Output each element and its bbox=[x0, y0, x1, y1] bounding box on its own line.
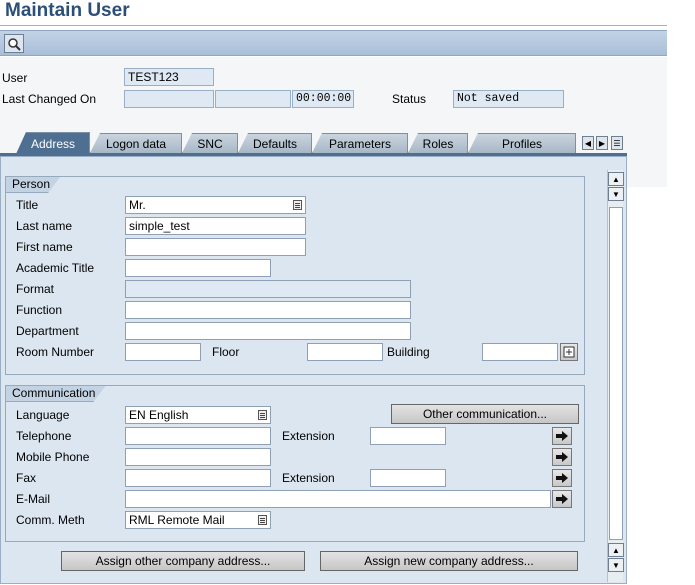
language-value: EN English bbox=[129, 408, 189, 422]
person-heading: Person bbox=[6, 177, 60, 193]
person-group: Person Title Mr. Last name simple_test F… bbox=[5, 176, 585, 375]
comm-method-label: Comm. Meth bbox=[16, 513, 85, 527]
tab-label: Parameters bbox=[328, 136, 392, 151]
tab-parameters[interactable]: Parameters bbox=[312, 133, 408, 153]
tab-label: Logon data bbox=[105, 136, 167, 151]
email-label: E-Mail bbox=[16, 492, 51, 506]
tab-profiles[interactable]: Profiles bbox=[468, 133, 576, 153]
first-name-label: First name bbox=[16, 240, 73, 254]
user-field: TEST123 bbox=[124, 68, 214, 86]
dropdown-list-icon bbox=[293, 200, 302, 210]
last-changed-date-field bbox=[215, 90, 291, 108]
fax-arrow-icon[interactable] bbox=[552, 469, 572, 487]
communication-group: Communication Language EN English Other … bbox=[5, 385, 585, 542]
last-changed-by-field bbox=[124, 90, 214, 108]
telephone-arrow-icon[interactable] bbox=[552, 427, 572, 445]
status-field: Not saved bbox=[453, 90, 564, 108]
last-changed-time-field: 00:00:00 bbox=[292, 90, 354, 108]
magnifier-icon[interactable] bbox=[4, 34, 24, 53]
tab-scroll-left-icon[interactable]: ◀ bbox=[582, 136, 594, 150]
format-label: Format bbox=[16, 282, 55, 296]
last-changed-label: Last Changed On bbox=[2, 92, 97, 106]
scroll-up-icon[interactable]: ▲ bbox=[608, 172, 624, 186]
tab-label: Roles bbox=[422, 136, 454, 151]
building-label: Building bbox=[387, 345, 430, 359]
fax-extension-label: Extension bbox=[282, 471, 335, 485]
page-title: Maintain User bbox=[5, 0, 130, 21]
tab-list-icon[interactable]: ☰ bbox=[611, 136, 623, 150]
communication-heading: Communication bbox=[6, 386, 105, 402]
telephone-label: Telephone bbox=[16, 429, 72, 443]
tab-address[interactable]: Address bbox=[16, 132, 90, 154]
scrollbar-thumb[interactable] bbox=[609, 207, 623, 540]
tab-roles[interactable]: Roles bbox=[408, 133, 468, 153]
department-label: Department bbox=[16, 324, 79, 338]
mobile-phone-label: Mobile Phone bbox=[16, 450, 90, 464]
language-dropdown[interactable]: EN English bbox=[125, 406, 271, 424]
building-input[interactable] bbox=[482, 343, 558, 361]
application-toolbar bbox=[0, 30, 667, 56]
fax-input[interactable] bbox=[125, 469, 271, 487]
academic-title-label: Academic Title bbox=[16, 261, 95, 275]
assign-new-company-address-button[interactable]: Assign new company address... bbox=[320, 551, 578, 571]
mobile-arrow-icon[interactable] bbox=[552, 448, 572, 466]
last-name-input[interactable]: simple_test bbox=[125, 217, 306, 235]
tab-scroll-right-icon[interactable]: ▶ bbox=[596, 136, 608, 150]
tab-label: Profiles bbox=[501, 136, 542, 151]
tab-label: Address bbox=[30, 136, 76, 151]
scroll-down-icon[interactable]: ▼ bbox=[608, 558, 624, 572]
title-dropdown[interactable]: Mr. bbox=[125, 196, 306, 214]
telephone-input[interactable] bbox=[125, 427, 271, 445]
floor-input[interactable] bbox=[307, 343, 383, 361]
scroll-down-page-icon[interactable]: ▲ bbox=[608, 543, 624, 557]
dropdown-list-icon bbox=[258, 410, 267, 420]
mobile-phone-input[interactable] bbox=[125, 448, 271, 466]
dropdown-list-icon bbox=[258, 515, 267, 525]
format-field bbox=[125, 280, 411, 298]
tab-label: SNC bbox=[197, 136, 223, 151]
add-building-icon[interactable] bbox=[560, 343, 578, 361]
fax-label: Fax bbox=[16, 471, 37, 485]
tab-defaults[interactable]: Defaults bbox=[238, 133, 312, 153]
function-label: Function bbox=[16, 303, 63, 317]
first-name-input[interactable] bbox=[125, 238, 306, 256]
last-name-label: Last name bbox=[16, 219, 73, 233]
vertical-scrollbar[interactable]: ▲ ▼ ▲ ▼ bbox=[607, 170, 624, 582]
department-input[interactable] bbox=[125, 322, 411, 340]
email-input[interactable] bbox=[125, 490, 551, 508]
title-divider bbox=[0, 25, 667, 26]
comm-method-dropdown[interactable]: RML Remote Mail bbox=[125, 511, 271, 529]
floor-label: Floor bbox=[212, 345, 240, 359]
academic-title-input[interactable] bbox=[125, 259, 271, 277]
tab-logon-data[interactable]: Logon data bbox=[90, 133, 182, 153]
comm-method-value: RML Remote Mail bbox=[129, 513, 225, 527]
scroll-up-page-icon[interactable]: ▼ bbox=[608, 187, 624, 201]
room-number-label: Room Number bbox=[16, 345, 95, 359]
address-panel: Person Title Mr. Last name simple_test F… bbox=[0, 156, 627, 584]
user-label: User bbox=[2, 71, 28, 85]
room-number-input[interactable] bbox=[125, 343, 201, 361]
telephone-extension-input[interactable] bbox=[370, 427, 446, 445]
language-label: Language bbox=[16, 408, 70, 422]
title-value: Mr. bbox=[129, 198, 146, 212]
title-label: Title bbox=[16, 198, 39, 212]
tab-label: Defaults bbox=[252, 136, 298, 151]
other-communication-button[interactable]: Other communication... bbox=[391, 404, 579, 424]
function-input[interactable] bbox=[125, 301, 411, 319]
email-arrow-icon[interactable] bbox=[552, 490, 572, 508]
status-label: Status bbox=[392, 92, 427, 106]
assign-other-company-address-button[interactable]: Assign other company address... bbox=[61, 551, 305, 571]
telephone-extension-label: Extension bbox=[282, 429, 335, 443]
fax-extension-input[interactable] bbox=[370, 469, 446, 487]
